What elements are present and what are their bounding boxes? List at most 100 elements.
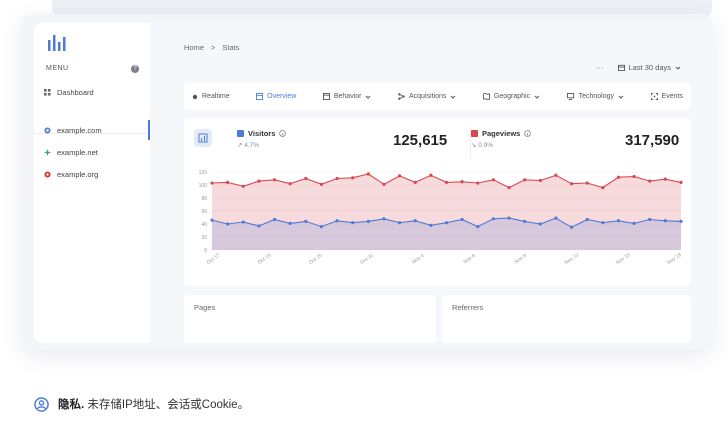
y-tick-label: 80 bbox=[201, 196, 207, 202]
y-tick-label: 20 bbox=[201, 235, 207, 241]
info-icon[interactable] bbox=[279, 130, 287, 137]
sidebar-item-dashboard[interactable]: Dashboard bbox=[44, 88, 94, 97]
data-point-visitors bbox=[413, 219, 417, 223]
y-tick-label: 0 bbox=[204, 248, 207, 254]
tab-behavior[interactable]: Behavior bbox=[322, 93, 372, 100]
data-point-visitors bbox=[538, 222, 542, 226]
x-tick-label: Nov 18 bbox=[666, 252, 683, 266]
data-point-pageviews bbox=[601, 186, 605, 190]
tab-label: Events bbox=[661, 93, 683, 100]
sidebar-item-example-com[interactable]: example.com bbox=[44, 126, 102, 135]
data-point-visitors bbox=[272, 217, 277, 222]
data-point-pageviews bbox=[241, 184, 245, 188]
data-point-pageviews bbox=[226, 180, 230, 184]
sidebar-item-label: example.com bbox=[57, 126, 102, 135]
pageviews-swatch bbox=[471, 130, 478, 137]
data-point-pageviews bbox=[679, 180, 683, 184]
data-point-pageviews bbox=[507, 186, 511, 190]
data-point-visitors bbox=[382, 217, 386, 221]
stats-card: Visitors ↗ 4.7% 125,615 Pageviews ↘ 0.9%… bbox=[184, 118, 691, 286]
traffic-chart: 0 20 40 60 80 100 120 Oct 17 Oct 19 Oct 25 Oct 31 N… bbox=[199, 170, 683, 266]
user-privacy-icon bbox=[34, 396, 49, 412]
data-point-visitors bbox=[335, 219, 339, 223]
data-point-pageviews bbox=[476, 181, 480, 185]
y-tick-label: 60 bbox=[201, 209, 207, 215]
tab-geographic[interactable]: Geographic bbox=[482, 93, 540, 100]
dashboard-icon bbox=[44, 89, 51, 96]
toolbar: ··· Last 30 days bbox=[596, 63, 681, 72]
pages-card-title: Pages bbox=[194, 303, 216, 312]
chevron-down-icon bbox=[451, 95, 456, 99]
nav-tabs: Realtime Overview Behavior Acquisitions … bbox=[184, 83, 691, 110]
map-icon bbox=[482, 93, 490, 100]
help-icon[interactable]: ? bbox=[131, 65, 139, 73]
data-point-pageviews bbox=[554, 173, 558, 177]
tab-acquisitions[interactable]: Acquisitions bbox=[398, 93, 456, 100]
main-content: Home > Stats ··· Last 30 days Realtime O… bbox=[150, 23, 710, 343]
info-icon[interactable] bbox=[524, 130, 532, 137]
data-point-visitors bbox=[569, 225, 574, 229]
data-point-visitors bbox=[366, 219, 370, 223]
pageviews-delta: ↘ 0.9% bbox=[471, 142, 494, 149]
data-point-pageviews bbox=[569, 182, 574, 186]
data-point-visitors bbox=[444, 221, 449, 225]
x-tick-label: Oct 17 bbox=[206, 252, 222, 265]
tab-label: Behavior bbox=[333, 93, 362, 100]
breadcrumb-home[interactable]: Home bbox=[184, 43, 204, 52]
chevron-down-icon bbox=[618, 95, 624, 99]
chevron-down-icon bbox=[366, 95, 371, 99]
date-range-label: Last 30 days bbox=[628, 63, 672, 72]
data-point-pageviews bbox=[444, 180, 449, 184]
x-tick-label: Nov 12 bbox=[564, 252, 581, 266]
visitors-delta-value: 4.7% bbox=[244, 142, 260, 149]
visitors-swatch bbox=[237, 130, 244, 137]
tab-overview[interactable]: Overview bbox=[256, 93, 296, 100]
x-tick-label: Oct 19 bbox=[257, 252, 273, 265]
sidebar-item-example-net[interactable]: example.net bbox=[44, 148, 98, 157]
data-point-visitors bbox=[460, 217, 464, 222]
data-point-visitors bbox=[679, 219, 683, 223]
data-point-visitors bbox=[429, 223, 433, 227]
data-point-pageviews bbox=[663, 177, 667, 181]
data-point-pageviews bbox=[460, 180, 464, 184]
data-point-pageviews bbox=[538, 178, 542, 183]
data-point-pageviews bbox=[319, 182, 324, 186]
data-point-visitors bbox=[476, 225, 480, 229]
pages-card: Pages bbox=[184, 295, 436, 343]
tab-events[interactable]: Events bbox=[650, 93, 683, 100]
data-point-pageviews bbox=[429, 173, 433, 177]
sidebar-item-label: example.org bbox=[57, 170, 99, 179]
data-point-visitors bbox=[523, 219, 527, 223]
data-point-visitors bbox=[319, 225, 324, 229]
data-point-visitors bbox=[398, 221, 402, 225]
sidebar-item-label: example.net bbox=[57, 148, 98, 157]
tab-technology[interactable]: Technology bbox=[566, 93, 624, 100]
data-point-pageviews bbox=[335, 176, 339, 181]
y-tick-label: 100 bbox=[199, 183, 208, 189]
data-point-pageviews bbox=[288, 182, 292, 186]
data-point-pageviews bbox=[398, 174, 402, 178]
window-icon bbox=[322, 93, 330, 100]
data-point-pageviews bbox=[413, 180, 417, 184]
data-point-pageviews bbox=[257, 179, 261, 183]
menu-label: MENU bbox=[46, 65, 69, 72]
data-point-pageviews bbox=[491, 178, 495, 182]
referrers-card-title: Referrers bbox=[452, 303, 484, 312]
calendar-icon bbox=[617, 64, 625, 71]
chevron-down-icon bbox=[675, 66, 681, 70]
sidebar-item-example-org[interactable]: example.org bbox=[44, 170, 98, 179]
breadcrumb-current: Stats bbox=[222, 43, 240, 52]
x-tick-label: Nov 15 bbox=[615, 252, 632, 266]
site-favicon-icon bbox=[44, 149, 51, 156]
data-point-visitors bbox=[257, 224, 261, 228]
x-tick-label: Nov 6 bbox=[462, 253, 476, 266]
tab-label: Overview bbox=[267, 93, 297, 100]
more-options-button[interactable]: ··· bbox=[596, 63, 604, 72]
tab-realtime[interactable]: Realtime bbox=[192, 93, 230, 100]
data-point-pageviews bbox=[210, 181, 214, 185]
y-tick-label: 120 bbox=[199, 170, 208, 176]
breadcrumb-separator: > bbox=[211, 43, 216, 52]
data-point-visitors bbox=[210, 218, 214, 222]
date-range-picker[interactable]: Last 30 days bbox=[617, 63, 682, 72]
privacy-title: 隐私. bbox=[58, 399, 85, 411]
